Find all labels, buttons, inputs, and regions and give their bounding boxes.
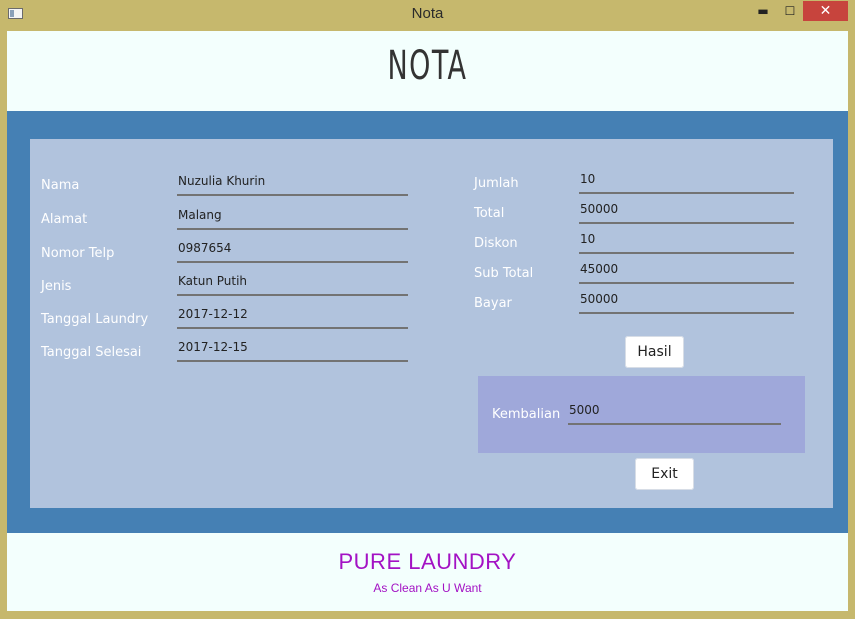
kembalian-value: 5000	[569, 403, 600, 417]
jenis-field[interactable]: Katun Putih	[177, 272, 408, 296]
exit-button[interactable]: Exit	[635, 458, 694, 490]
alamat-value: Malang	[178, 208, 222, 222]
form-panel: Nama Nuzulia Khurin Alamat Malang Nomor …	[30, 139, 833, 508]
nama-field[interactable]: Nuzulia Khurin	[177, 172, 408, 196]
label-total: Total	[474, 206, 505, 221]
header-banner: NOTA	[7, 31, 848, 111]
label-nama: Nama	[41, 178, 80, 193]
close-icon[interactable]: ✕	[803, 1, 848, 21]
diskon-field[interactable]: 10	[579, 230, 794, 254]
hasil-button[interactable]: Hasil	[625, 336, 684, 368]
label-jenis: Jenis	[41, 279, 72, 294]
jenis-value: Katun Putih	[178, 274, 248, 288]
change-box: Kembalian 5000	[478, 376, 805, 453]
label-bayar: Bayar	[474, 296, 512, 311]
maximize-icon[interactable]: ☐	[779, 1, 801, 21]
window-titlebar: Nota ▬ ☐ ✕	[0, 0, 855, 31]
tanggal-laundry-field[interactable]: 2017-12-12	[177, 305, 408, 329]
nomor-telp-value: 0987654	[178, 241, 232, 255]
diskon-value: 10	[580, 232, 596, 246]
jumlah-field[interactable]: 10	[579, 170, 794, 194]
bayar-field[interactable]: 50000	[579, 290, 794, 314]
brand-name: PURE LAUNDRY	[338, 549, 517, 574]
label-sub-total: Sub Total	[474, 266, 534, 281]
page-title: NOTA	[387, 43, 468, 89]
kembalian-field[interactable]: 5000	[568, 401, 781, 425]
label-nomor-telp: Nomor Telp	[41, 246, 115, 261]
total-value: 50000	[580, 202, 619, 216]
brand-tagline: As Clean As U Want	[373, 581, 482, 595]
alamat-field[interactable]: Malang	[177, 206, 408, 230]
total-field[interactable]: 50000	[579, 200, 794, 224]
label-kembalian: Kembalian	[492, 407, 561, 422]
label-tanggal-selesai: Tanggal Selesai	[41, 345, 142, 360]
nama-value: Nuzulia Khurin	[178, 174, 266, 188]
tanggal-selesai-value: 2017-12-15	[178, 340, 248, 354]
minimize-icon[interactable]: ▬	[752, 1, 774, 21]
tanggal-laundry-value: 2017-12-12	[178, 307, 248, 321]
window-content: NOTA Nama Nuzulia Khurin Alamat Malang N…	[7, 31, 848, 611]
footer-banner: PURE LAUNDRY As Clean As U Want	[7, 533, 848, 611]
window-title: Nota	[411, 5, 444, 22]
jumlah-value: 10	[580, 172, 596, 186]
bayar-value: 50000	[580, 292, 619, 306]
label-jumlah: Jumlah	[474, 176, 519, 191]
nomor-telp-field[interactable]: 0987654	[177, 239, 408, 263]
label-alamat: Alamat	[41, 212, 88, 227]
label-tanggal-laundry: Tanggal Laundry	[41, 312, 149, 327]
sub-total-field[interactable]: 45000	[579, 260, 794, 284]
tanggal-selesai-field[interactable]: 2017-12-15	[177, 338, 408, 362]
sub-total-value: 45000	[580, 262, 619, 276]
label-diskon: Diskon	[474, 236, 518, 251]
